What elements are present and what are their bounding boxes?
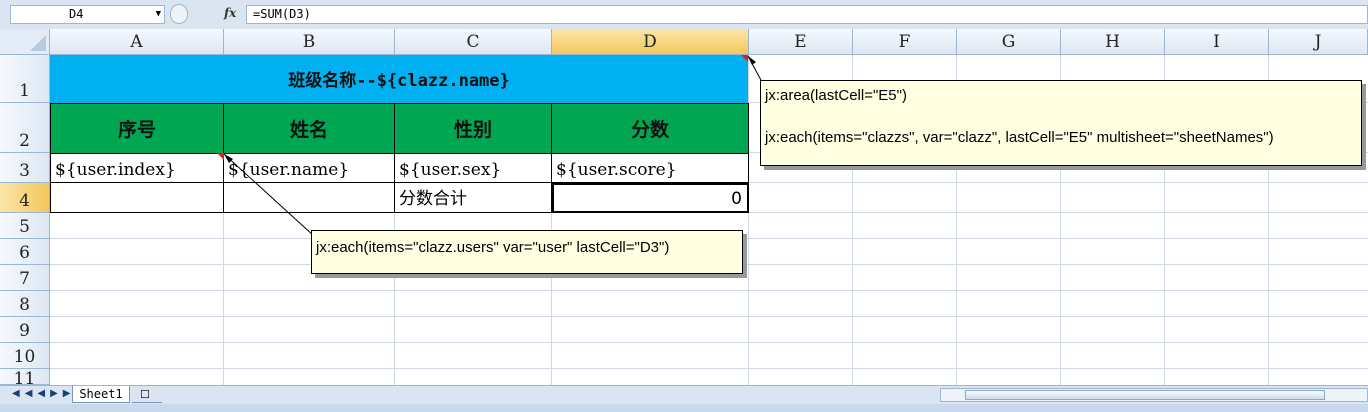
comment-each-users-text: jx:each(items="clazz.users" var="user" l… [316, 239, 670, 256]
leader-arrowhead-each [224, 154, 233, 163]
comment-jx-area[interactable]: jx:area(lastCell="E5") jx:each(items="cl… [760, 80, 1362, 166]
insert-sheet-icon[interactable]: ☐ [132, 386, 162, 403]
leader-line-each [223, 153, 315, 237]
status-bar [0, 404, 1368, 412]
comment-area-line2: jx:each(items="clazzs", var="clazz", las… [765, 129, 1274, 146]
horizontal-scrollbar[interactable] [940, 388, 1368, 402]
leader-arrowhead-area [748, 56, 756, 65]
comment-area-line1: jx:area(lastCell="E5") [765, 87, 907, 104]
comment-leader-lines [223, 55, 763, 237]
comment-jx-each-users[interactable]: jx:each(items="clazz.users" var="user" l… [311, 230, 743, 274]
scrollbar-thumb[interactable] [965, 390, 1325, 400]
sheet-tab-sheet1[interactable]: Sheet1 [72, 386, 130, 403]
sheet-tab-bar: ◀◀◀▶▶▶ Sheet1 ☐ [0, 385, 1368, 405]
